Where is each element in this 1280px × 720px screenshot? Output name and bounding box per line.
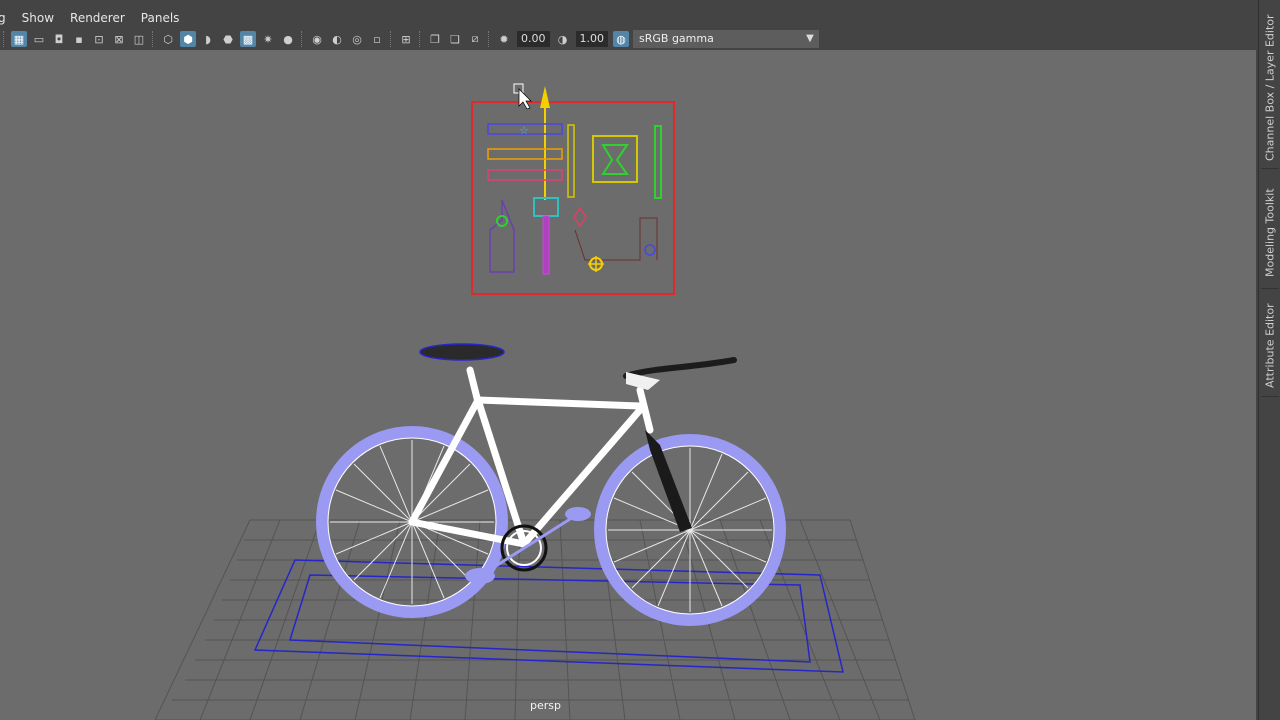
bicycle-model (316, 343, 786, 626)
svg-text:☆: ☆ (519, 124, 529, 137)
menu-renderer[interactable]: Renderer (62, 8, 133, 28)
exposure-field[interactable]: 0.00 (517, 31, 550, 47)
viewport-canvas: ☆ (154, 83, 916, 720)
perspective-viewport[interactable]: ☆ persp (0, 50, 1256, 720)
toolbar-separator (390, 31, 393, 47)
single-view-icon[interactable]: ▭ (31, 31, 47, 47)
grid-icon[interactable]: ▦ (11, 31, 27, 47)
tab-attribute-editor[interactable]: Attribute Editor (1261, 296, 1279, 397)
color-management-icon[interactable]: ◍ (613, 31, 629, 47)
smooth-shade-icon[interactable]: ⬢ (180, 31, 196, 47)
safe-action-icon[interactable]: ⊠ (111, 31, 127, 47)
tab-channel-box[interactable]: Channel Box / Layer Editor (1261, 8, 1279, 169)
anti-alias-icon[interactable]: ◎ (349, 31, 365, 47)
xray-active-icon[interactable]: ❐ (427, 31, 443, 47)
ambient-occlusion-icon[interactable]: ◉ (309, 31, 325, 47)
resolution-gate-icon[interactable]: ⊡ (91, 31, 107, 47)
rig-control-panel: ☆ (471, 86, 675, 295)
maya-window: g Show Renderer Panels ▦ ▭ ◘ ▪ ⊡ ⊠ ◫ ⬡ ⬢… (0, 0, 1280, 720)
mouse-cursor (513, 83, 532, 110)
film-gate-icon[interactable]: ▪ (71, 31, 87, 47)
menu-shading[interactable]: g (0, 8, 14, 28)
xray-icon[interactable]: ▩ (240, 31, 256, 47)
shade-all-icon[interactable]: ◗ (200, 31, 216, 47)
resolution-icon[interactable]: ⧄ (467, 31, 483, 47)
safe-title-icon[interactable]: ◫ (131, 31, 147, 47)
toolbar-separator (301, 31, 304, 47)
toolbar-separator (419, 31, 422, 47)
camera-icon[interactable]: ◘ (51, 31, 67, 47)
motion-blur-icon[interactable]: ◐ (329, 31, 345, 47)
camera-name-label: persp (530, 699, 561, 712)
side-tab-bar: Channel Box / Layer Editor Modeling Tool… (1258, 0, 1280, 720)
use-lights-icon[interactable]: ✷ (260, 31, 276, 47)
chevron-down-icon[interactable]: ▼ (801, 30, 819, 48)
wireframe-icon[interactable]: ⬡ (160, 31, 176, 47)
toolbar-separator (488, 31, 491, 47)
toolbar-separator (152, 31, 155, 47)
menu-show[interactable]: Show (14, 8, 62, 28)
color-space-dropdown[interactable]: sRGB gamma ▼ (633, 30, 819, 48)
xray-joints-icon[interactable]: ⊞ (398, 31, 414, 47)
panel-menubar: g Show Renderer Panels (0, 8, 1256, 28)
exposure-icon[interactable]: ✹ (496, 31, 512, 47)
toolbar-separator (3, 31, 6, 47)
shadows-icon[interactable]: ● (280, 31, 296, 47)
menu-panels[interactable]: Panels (133, 8, 188, 28)
isolate-select-icon[interactable]: ▫ (369, 31, 385, 47)
wireframe-on-shaded-icon[interactable]: ⬣ (220, 31, 236, 47)
panel-toolbar: ▦ ▭ ◘ ▪ ⊡ ⊠ ◫ ⬡ ⬢ ◗ ⬣ ▩ ✷ ● ◉ ◐ ◎ ▫ ⊞ ❐ … (0, 28, 1256, 50)
tab-modeling-toolkit[interactable]: Modeling Toolkit (1261, 178, 1279, 289)
color-space-value: sRGB gamma (639, 32, 714, 45)
backface-icon[interactable]: ❏ (447, 31, 463, 47)
gamma-field[interactable]: 1.00 (575, 31, 608, 47)
gamma-icon[interactable]: ◑ (555, 31, 571, 47)
